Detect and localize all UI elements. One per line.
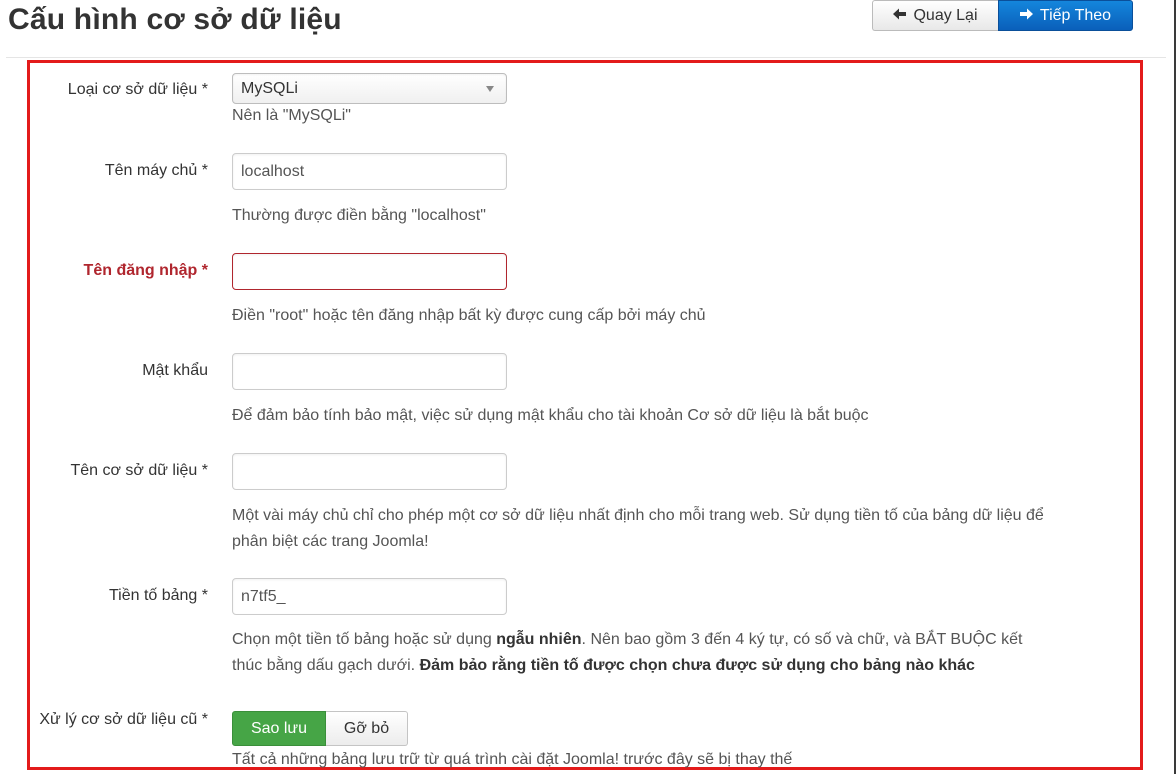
back-button[interactable]: Quay Lại bbox=[872, 0, 998, 31]
db-type-select[interactable]: MySQLi bbox=[232, 73, 507, 104]
prefix-help-text-1: Chọn một tiền tố bảng hoặc sử dụng bbox=[232, 631, 497, 648]
username-help: Điền "root" hoặc tên đăng nhập bất kỳ đư… bbox=[232, 307, 706, 324]
host-help: Thường được điền bằng "localhost" bbox=[232, 207, 486, 224]
title-divider bbox=[6, 57, 1166, 58]
prefix-input[interactable] bbox=[232, 578, 507, 615]
db-name-help-line-1: Một vài máy chủ chỉ cho phép một cơ sở d… bbox=[232, 507, 1044, 524]
chevron-down-icon bbox=[486, 85, 494, 92]
old-db-toggle: Sao lưu Gỡ bỏ bbox=[232, 711, 408, 746]
remove-option-button[interactable]: Gỡ bỏ bbox=[326, 711, 408, 746]
prefix-help-line-1: Chọn một tiền tố bảng hoặc sử dụng ngẫu … bbox=[232, 627, 1137, 653]
arrow-left-icon bbox=[893, 8, 907, 23]
prefix-label: Tiền tố bảng * bbox=[108, 587, 208, 604]
host-input[interactable] bbox=[232, 153, 507, 190]
navigation-buttons: Quay Lại Tiếp Theo bbox=[872, 0, 1133, 31]
prefix-help: Chọn một tiền tố bảng hoặc sử dụng ngẫu … bbox=[232, 627, 1137, 679]
db-name-input[interactable] bbox=[232, 453, 507, 490]
db-name-label: Tên cơ sở dữ liệu * bbox=[70, 462, 208, 479]
prefix-help-line-2: thúc bằng dấu gạch dưới. Đảm bảo rằng ti… bbox=[232, 653, 1137, 679]
username-input[interactable] bbox=[232, 253, 507, 290]
password-input[interactable] bbox=[232, 353, 507, 390]
prefix-help-text-2: . Nên bao gồm 3 đến 4 ký tự, có số và ch… bbox=[581, 631, 1023, 648]
host-label: Tên máy chủ * bbox=[104, 162, 208, 179]
arrow-right-icon bbox=[1019, 8, 1033, 23]
back-button-label: Quay Lại bbox=[913, 6, 978, 24]
db-type-value: MySQLi bbox=[241, 79, 298, 97]
db-type-help: Nên là "MySQLi" bbox=[232, 107, 351, 124]
old-db-label: Xử lý cơ sở dữ liệu cũ * bbox=[39, 711, 208, 728]
backup-option-button[interactable]: Sao lưu bbox=[232, 711, 326, 746]
password-help: Để đảm bảo tính bảo mật, việc sử dụng mậ… bbox=[232, 407, 869, 424]
prefix-help-text-3: thúc bằng dấu gạch dưới. bbox=[232, 657, 420, 674]
database-config-page: Cấu hình cơ sở dữ liệu Quay Lại Tiếp The… bbox=[0, 0, 1176, 774]
password-label: Mật khẩu bbox=[142, 362, 208, 379]
db-name-help: Một vài máy chủ chỉ cho phép một cơ sở d… bbox=[232, 503, 1137, 555]
db-type-label: Loại cơ sở dữ liệu * bbox=[67, 81, 208, 98]
db-name-help-line-2: phân biệt các trang Joomla! bbox=[232, 533, 429, 550]
prefix-help-bold-1: ngẫu nhiên bbox=[496, 631, 582, 648]
old-db-help: Tất cả những bảng lưu trữ từ quá trình c… bbox=[232, 751, 793, 768]
next-button[interactable]: Tiếp Theo bbox=[998, 0, 1133, 31]
page-title: Cấu hình cơ sở dữ liệu bbox=[8, 3, 342, 36]
next-button-label: Tiếp Theo bbox=[1039, 6, 1112, 24]
username-label: Tên đăng nhập * bbox=[83, 262, 208, 279]
prefix-help-bold-2: Đảm bảo rằng tiền tố được chọn chưa được… bbox=[419, 657, 975, 674]
